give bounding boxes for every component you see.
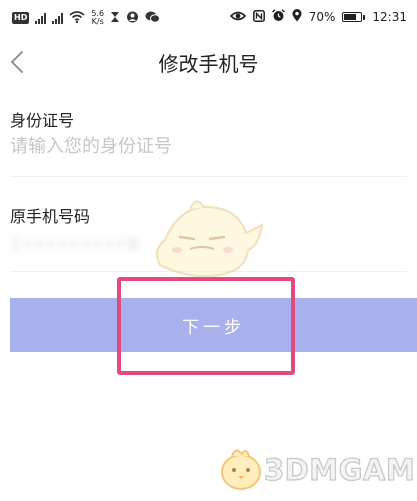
chick-logo-icon — [218, 444, 264, 496]
network-speed: 5.6 K/s — [91, 9, 105, 26]
status-bar-left: HD 5.6 K/s — [12, 9, 161, 26]
hd-badge: HD — [12, 12, 30, 24]
id-number-input[interactable] — [10, 136, 390, 157]
logo-text: 3DMGAME — [263, 452, 417, 487]
alarm-icon — [271, 9, 285, 25]
nfc-icon — [252, 9, 265, 25]
page-title: 修改手机号 — [158, 52, 259, 76]
wechat-icon — [145, 11, 161, 26]
status-bar: HD 5.6 K/s 70% 12:31 — [0, 0, 417, 36]
chat-icon — [126, 11, 139, 26]
signal-icon — [35, 12, 47, 24]
divider — [10, 176, 407, 177]
location-icon — [292, 9, 302, 25]
id-number-label: 身份证号 — [10, 111, 75, 130]
battery-percent: 70% — [308, 10, 336, 24]
eye-icon — [229, 10, 246, 25]
original-phone-value: 1•••••••••9 — [10, 234, 140, 255]
battery-icon — [342, 12, 366, 22]
original-phone-label: 原手机号码 — [10, 207, 91, 226]
clock: 12:31 — [372, 10, 407, 24]
mascot-watermark-icon — [150, 195, 265, 284]
highlight-box — [117, 277, 295, 375]
hourglass-icon — [110, 11, 120, 26]
3dmgame-logo: 3DMGAME — [218, 444, 417, 496]
status-bar-right: 70% 12:31 — [229, 9, 407, 25]
signal-icon — [52, 12, 64, 24]
wifi-icon — [69, 10, 85, 26]
